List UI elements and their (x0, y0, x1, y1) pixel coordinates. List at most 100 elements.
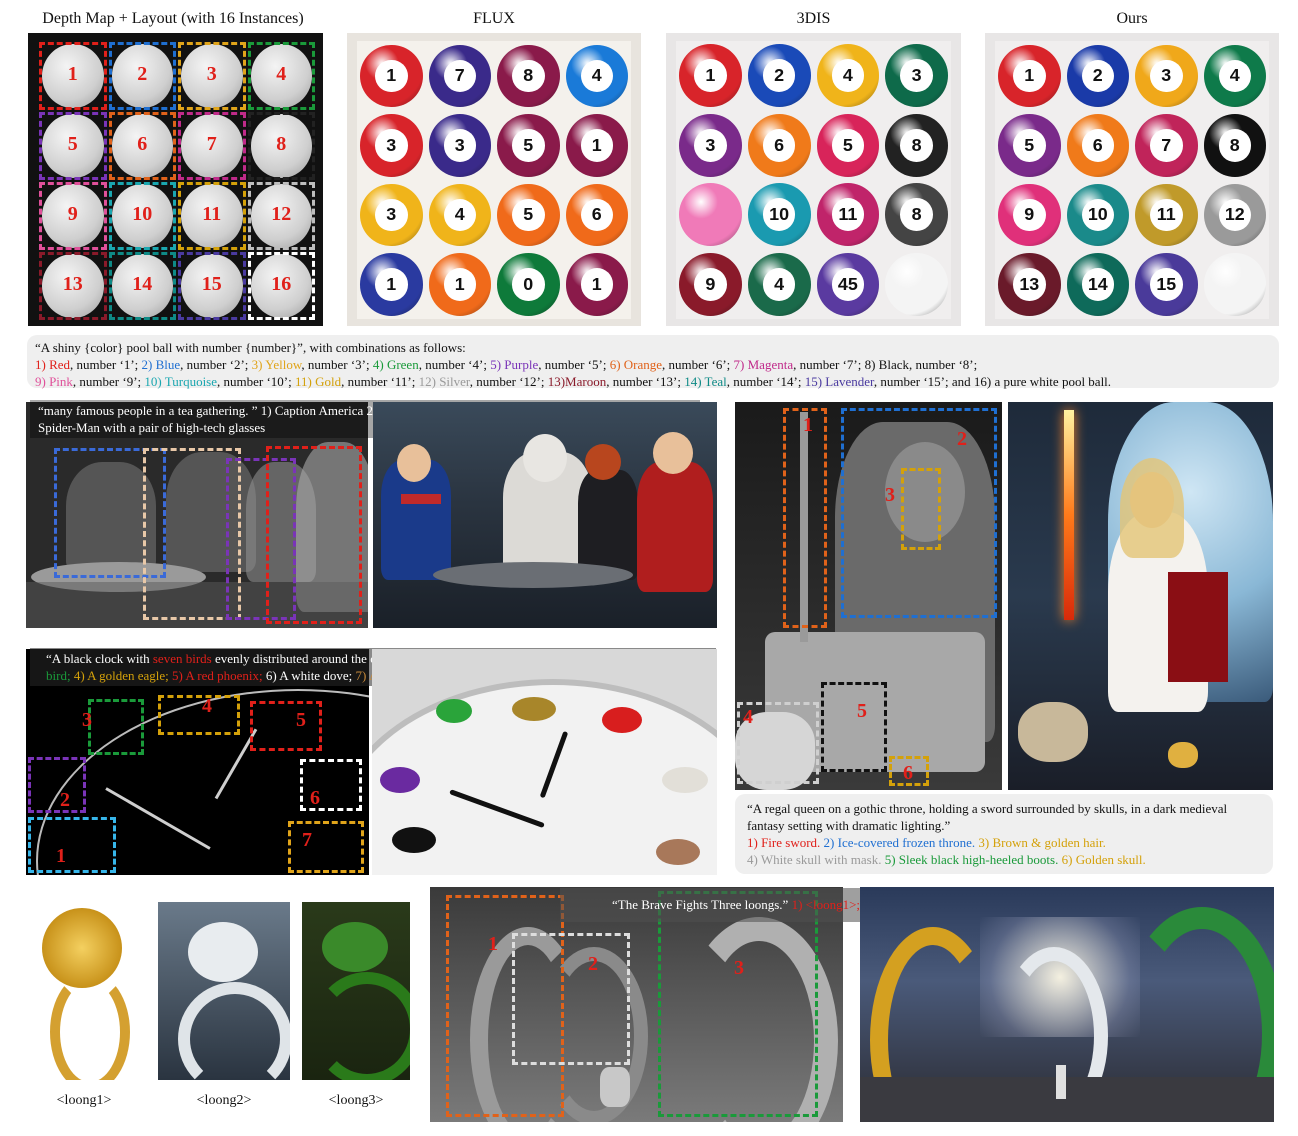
flux-ball: 7 (428, 44, 491, 107)
flux-ball-number: 3 (375, 129, 408, 162)
pool-caption-segment: 3) Yellow (251, 357, 302, 372)
throne-label-2: 2 (957, 428, 967, 450)
dis-ball: 5 (816, 113, 880, 177)
clock-layout-label: 5 (296, 709, 306, 731)
flux-ball: 0 (497, 253, 560, 316)
flux-ball-number: 5 (512, 129, 545, 162)
pool-caption-segment: 6) Orange (609, 357, 663, 372)
ours-ball: 6 (1066, 114, 1129, 177)
header-depth-map: Depth Map + Layout (with 16 Instances) (42, 10, 304, 27)
ours-ball: 15 (1135, 253, 1198, 316)
loong3-label: <loong3> (328, 1093, 384, 1108)
header-3dis: 3DIS (796, 10, 831, 27)
flux-ball: 1 (360, 253, 423, 316)
dis-ball: 8 (885, 183, 948, 247)
throne-label-5: 5 (857, 700, 867, 722)
flux-ball: 4 (565, 44, 628, 107)
layout-number: 13 (62, 273, 83, 295)
ours-ball-number: 1 (1013, 59, 1046, 92)
layout-number: 2 (137, 63, 148, 85)
pool-caption-segment: 15) Lavender (804, 374, 874, 389)
layout-number: 8 (276, 133, 287, 155)
loong-layout-label-3: 3 (734, 957, 744, 979)
loong-result-image (860, 887, 1274, 1122)
dis-ball-number: 4 (762, 267, 796, 301)
ours-ball: 9 (998, 183, 1061, 246)
pool-caption-segment: , number ‘14’; (726, 374, 805, 389)
flux-ball-number: 1 (580, 268, 613, 301)
throne-caption-line1: “A regal queen on a gothic throne, holdi… (747, 801, 1228, 833)
tea-caption-segment: “many famous people in a tea gathering. (38, 403, 252, 418)
ours-ball: 2 (1066, 44, 1129, 107)
ours-ball-number: 2 (1081, 59, 1114, 92)
dis-ball-number: 3 (900, 59, 933, 93)
pool-ball-caption: “A shiny {color} pool ball with number {… (27, 335, 1279, 389)
throne-layout-box-5 (821, 682, 887, 772)
layout-number: 10 (132, 203, 153, 225)
dis-ball-number: 4 (831, 59, 865, 93)
flux-ball: 5 (497, 183, 560, 246)
clock-layout-box (288, 821, 364, 873)
header-ours: Ours (1116, 10, 1148, 27)
pool-caption-segment: , number ‘11’; (341, 374, 419, 389)
throne-caption-segment: 5) Sleek black high-heeled boots. (884, 852, 1062, 867)
flux-ball: 1 (565, 253, 628, 316)
clock-caption-segment: 5) A red phoenix; (172, 668, 266, 683)
clock-layout-label: 4 (202, 695, 212, 717)
depth-layout-panel: 1 2 3 4 5 6 7 8 9 10 11 12 13 14 15 16 (28, 33, 323, 326)
layout-number: 4 (276, 63, 287, 85)
ours-result-panel: 1 2 3 4 5 6 7 8 9 10 11 12 13 14 15 (985, 33, 1279, 326)
ours-ball: 5 (998, 114, 1061, 177)
pool-caption-segment: , number ‘1’; (70, 357, 142, 372)
dis-ball-number: 1 (694, 59, 727, 93)
clock-layout-label: 7 (302, 829, 312, 851)
clock-result-image (372, 649, 717, 875)
throne-layout-box-1 (783, 408, 827, 628)
loong-layout-label-2: 2 (588, 953, 598, 975)
pool-caption-segment: 7) Magenta (733, 357, 794, 372)
pool-caption-segment: 8) Black, number ‘8’; (864, 357, 978, 372)
loong1-reference-image (20, 902, 148, 1080)
clock-caption-segment: 4) A golden eagle; (73, 668, 173, 683)
pool-caption-segment: 13)Maroon (547, 374, 607, 389)
throne-caption-segment: 2) Ice-covered frozen throne. (823, 835, 979, 850)
pool-caption-segment: 10) Turquoise (144, 374, 218, 389)
flux-ball-number: 1 (443, 268, 476, 301)
tea-caption-segment: ” 1) Caption America (251, 403, 367, 418)
ours-ball-number: 11 (1150, 198, 1183, 231)
ours-ball-number: 13 (1013, 268, 1046, 301)
pool-caption-segment: , number ‘15’; and 16) a pure white pool… (873, 374, 1112, 389)
flux-ball-number: 3 (375, 198, 408, 231)
pool-caption-segment: 1) Red (35, 357, 71, 372)
clock-layout-box (158, 695, 240, 735)
throne-caption-segment: 6) Golden skull. (1061, 852, 1146, 867)
clock-layout-box (250, 701, 322, 751)
flux-ball: 6 (565, 183, 628, 246)
throne-caption-line2: 1) Fire sword. 2) Ice-covered frozen thr… (747, 834, 1261, 851)
dis-ball-number: 11 (831, 198, 865, 232)
ours-ball-number: 12 (1218, 198, 1251, 231)
ours-ball: 3 (1135, 44, 1198, 107)
flux-ball-number: 3 (443, 129, 476, 162)
pool-caption-segment: 11) Gold (295, 374, 342, 389)
clock-layout-box (28, 817, 116, 873)
flux-ball-number: 0 (512, 268, 545, 301)
ours-ball: 7 (1135, 114, 1198, 177)
flux-ball-number: 1 (580, 129, 613, 162)
ours-ball-number: 9 (1013, 198, 1046, 231)
pool-caption-segment: , number ‘9’; (72, 374, 145, 389)
layout-number: 1 (67, 63, 78, 85)
flux-ball: 4 (428, 183, 491, 246)
flux-ball-number: 7 (443, 59, 476, 92)
dis-ball-number: 9 (694, 267, 727, 301)
tea-layout-box-4 (266, 446, 362, 624)
layout-number: 5 (67, 133, 78, 155)
dis-ball (679, 183, 742, 247)
dis-ball: 9 (679, 252, 742, 316)
dis-ball-number: 3 (694, 128, 727, 162)
loong-layout-panel: 1 2 3 (430, 887, 843, 1122)
throne-label-6: 6 (903, 762, 913, 784)
throne-label-4: 4 (743, 706, 753, 728)
clock-caption-segment: “A black clock with (46, 651, 153, 666)
ours-ball: 8 (1203, 114, 1266, 177)
